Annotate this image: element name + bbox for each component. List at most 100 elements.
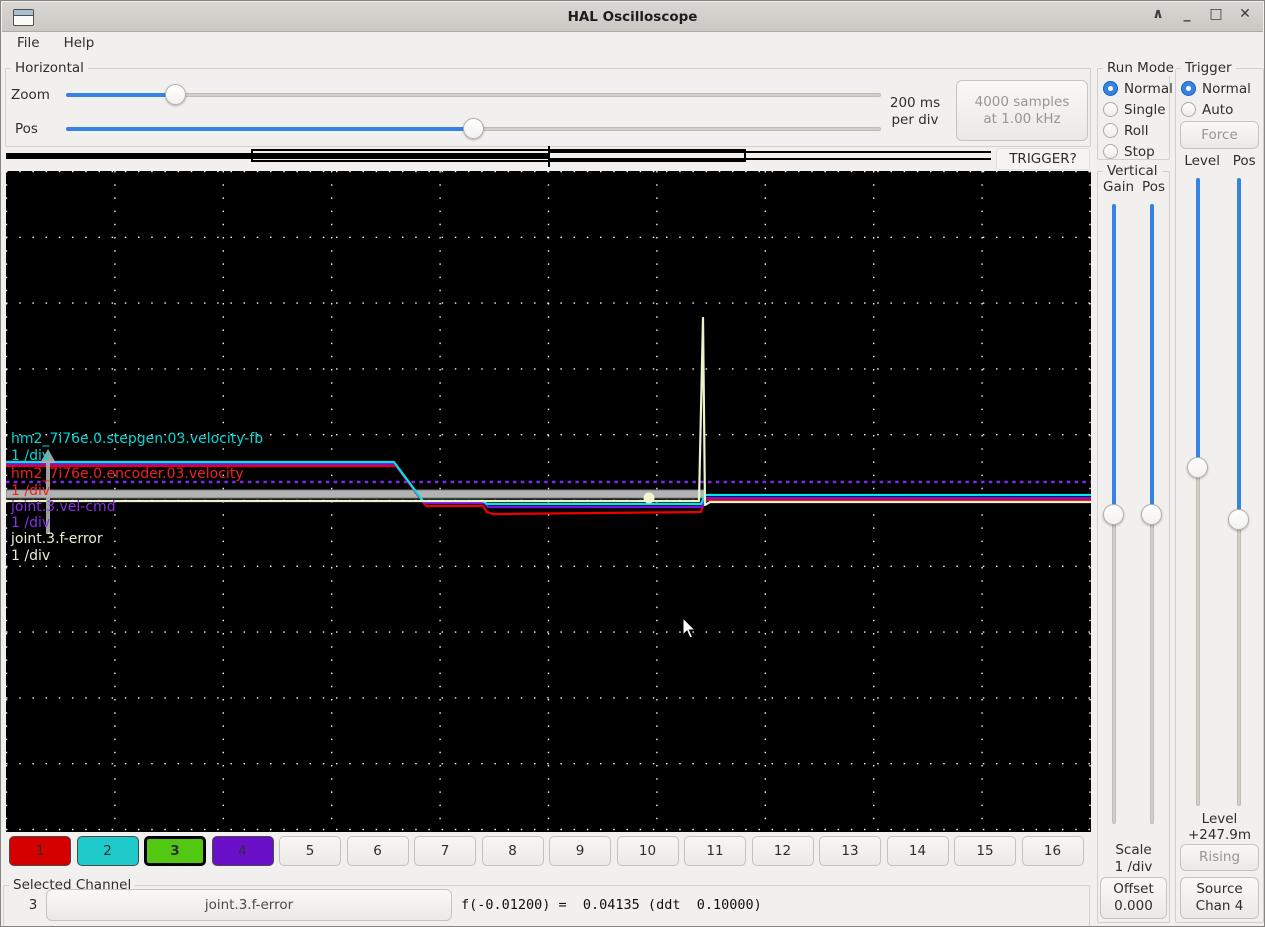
gain-slider-knob[interactable] xyxy=(1103,503,1124,525)
scale-caption: Scale xyxy=(1115,842,1152,858)
samples-line2: at 1.00 kHz xyxy=(983,110,1061,127)
run-mode-frame-label: Run Mode xyxy=(1103,60,1178,76)
gain-slider-fill xyxy=(1112,204,1116,514)
run-mode-radio-stop[interactable] xyxy=(1103,144,1118,159)
edge-button-label: Rising xyxy=(1198,849,1241,866)
close-button[interactable]: ✕ xyxy=(1237,6,1253,22)
force-button[interactable]: Force xyxy=(1180,121,1259,149)
channel-button-2[interactable]: 2 xyxy=(76,836,139,866)
trigger-pos-slider[interactable] xyxy=(1228,178,1250,806)
scope-channel-scale: 1 /div xyxy=(11,515,51,531)
trigger-position-tick xyxy=(548,146,550,167)
offset-caption: Offset xyxy=(1113,881,1154,898)
vertical-slider-labels: Gain Pos xyxy=(1099,179,1169,195)
run-mode-radio-roll[interactable] xyxy=(1103,123,1118,138)
source-button[interactable]: Source Chan 4 xyxy=(1180,877,1259,919)
record-bar-pending xyxy=(549,151,991,160)
run-mode-radio-label: Stop xyxy=(1124,143,1155,160)
trigger-option-auto[interactable]: Auto xyxy=(1181,99,1251,120)
scope-channel-name: joint.3.vel-cmd xyxy=(11,499,116,515)
run-mode-option-normal[interactable]: Normal xyxy=(1103,78,1173,99)
pos-slider[interactable] xyxy=(66,118,881,140)
channel-button-6[interactable]: 6 xyxy=(346,836,409,866)
channel-button-13[interactable]: 13 xyxy=(819,836,881,866)
samples-button[interactable]: 4000 samples at 1.00 kHz xyxy=(956,80,1088,141)
channel-button-9[interactable]: 9 xyxy=(549,836,611,866)
channel-button-7[interactable]: 7 xyxy=(414,836,476,866)
zoom-label: Zoom xyxy=(11,87,50,103)
channel-button-1[interactable]: 1 xyxy=(9,836,71,866)
selected-channel-number: 3 xyxy=(28,897,38,913)
channel-button-10[interactable]: 10 xyxy=(616,836,679,866)
scope-channel-name: hm2_7i76e.0.stepgen.03.velocity-fb xyxy=(11,431,264,447)
vertical-frame-label: Vertical xyxy=(1103,163,1162,179)
run-mode-radio-single[interactable] xyxy=(1103,102,1118,117)
scope-channel-scale: 1 /div xyxy=(11,483,51,499)
trigger-pos-slider-knob[interactable] xyxy=(1228,508,1249,530)
selected-channel-name: joint.3.f-error xyxy=(204,896,294,913)
level-label: Level xyxy=(1184,153,1220,169)
selected-channel-name-button[interactable]: joint.3.f-error xyxy=(46,889,452,921)
channel-button-16[interactable]: 16 xyxy=(1021,836,1084,866)
source-caption: Source xyxy=(1196,881,1243,898)
hal-oscilloscope-window: HAL Oscilloscope ∧ _ □ ✕ File Help Horizont… xyxy=(0,0,1265,927)
offset-button[interactable]: Offset 0.000 xyxy=(1100,877,1167,919)
vertical-pos-slider-fill xyxy=(1150,204,1154,514)
channel-button-11[interactable]: 11 xyxy=(684,836,746,866)
zoom-slider-trough[interactable] xyxy=(66,93,881,97)
trigger-radio-normal[interactable] xyxy=(1181,81,1196,96)
minimize-button[interactable]: _ xyxy=(1179,6,1195,22)
vertical-pos-slider[interactable] xyxy=(1141,204,1163,824)
run-mode-options: Normal Single Roll Stop xyxy=(1103,78,1173,162)
scope-channel-name: joint.3.f-error xyxy=(11,531,103,547)
channel-button-4[interactable]: 4 xyxy=(211,836,274,866)
channel-button-3[interactable]: 3 xyxy=(144,836,206,866)
trigger-radio-auto[interactable] xyxy=(1181,102,1196,117)
run-mode-radio-label: Normal xyxy=(1124,80,1173,97)
run-mode-option-roll[interactable]: Roll xyxy=(1103,120,1173,141)
scope-display[interactable]: hm2_7i76e.0.stepgen.03.velocity-fb 1 /div… xyxy=(6,171,1091,832)
channel-button-15[interactable]: 15 xyxy=(954,836,1016,866)
run-mode-radio-label: Single xyxy=(1124,101,1166,118)
menu-file[interactable]: File xyxy=(9,32,48,56)
maximize-button[interactable]: □ xyxy=(1208,6,1224,22)
channel-readout: f(-0.01200) = 0.04135 (ddt 0.10000) xyxy=(461,897,762,913)
run-mode-radio-normal[interactable] xyxy=(1103,81,1118,96)
menu-help[interactable]: Help xyxy=(56,32,103,56)
vertical-pos-label: Pos xyxy=(1142,179,1165,195)
scale-value: 1 /div xyxy=(1114,859,1153,875)
level-slider[interactable] xyxy=(1187,178,1209,806)
level-caption: Level xyxy=(1201,811,1238,827)
scope-channel-scale: 1 /div xyxy=(11,448,51,464)
gain-slider[interactable] xyxy=(1103,204,1125,824)
window-controls: ∧ _ □ ✕ xyxy=(1150,6,1253,22)
pos-slider-knob[interactable] xyxy=(463,118,484,139)
gain-label: Gain xyxy=(1103,179,1135,195)
scope-channel-scale: 1 /div xyxy=(11,548,51,564)
zoom-slider[interactable] xyxy=(66,84,881,106)
window-title: HAL Oscilloscope xyxy=(567,9,698,25)
channel-button-5[interactable]: 5 xyxy=(279,836,341,866)
scope-channel-name: hm2_7i76e.0.encoder.03.velocity xyxy=(11,466,244,482)
edge-button[interactable]: Rising xyxy=(1180,844,1259,871)
rate-line1: 200 ms xyxy=(889,95,941,111)
samples-line1: 4000 samples xyxy=(974,93,1070,110)
level-slider-fill xyxy=(1196,178,1200,468)
scope-canvas xyxy=(6,171,1091,831)
trigger-option-normal[interactable]: Normal xyxy=(1181,78,1251,99)
run-mode-option-stop[interactable]: Stop xyxy=(1103,141,1173,162)
zoom-slider-knob[interactable] xyxy=(165,84,187,105)
level-value: +247.9m xyxy=(1187,827,1252,843)
channel-button-12[interactable]: 12 xyxy=(751,836,814,866)
level-slider-knob[interactable] xyxy=(1187,457,1208,479)
channel-button-14[interactable]: 14 xyxy=(886,836,949,866)
trigger-radio-label: Auto xyxy=(1202,101,1234,118)
trigger-frame-label: Trigger xyxy=(1181,60,1236,76)
trigger-status-label: TRIGGER? xyxy=(996,148,1090,170)
pos-slider-fill xyxy=(66,127,474,131)
trigger-pos-slider-fill xyxy=(1237,178,1241,520)
run-mode-option-single[interactable]: Single xyxy=(1103,99,1173,120)
vertical-pos-slider-knob[interactable] xyxy=(1141,503,1162,525)
shade-button[interactable]: ∧ xyxy=(1150,6,1166,22)
channel-button-8[interactable]: 8 xyxy=(481,836,544,866)
